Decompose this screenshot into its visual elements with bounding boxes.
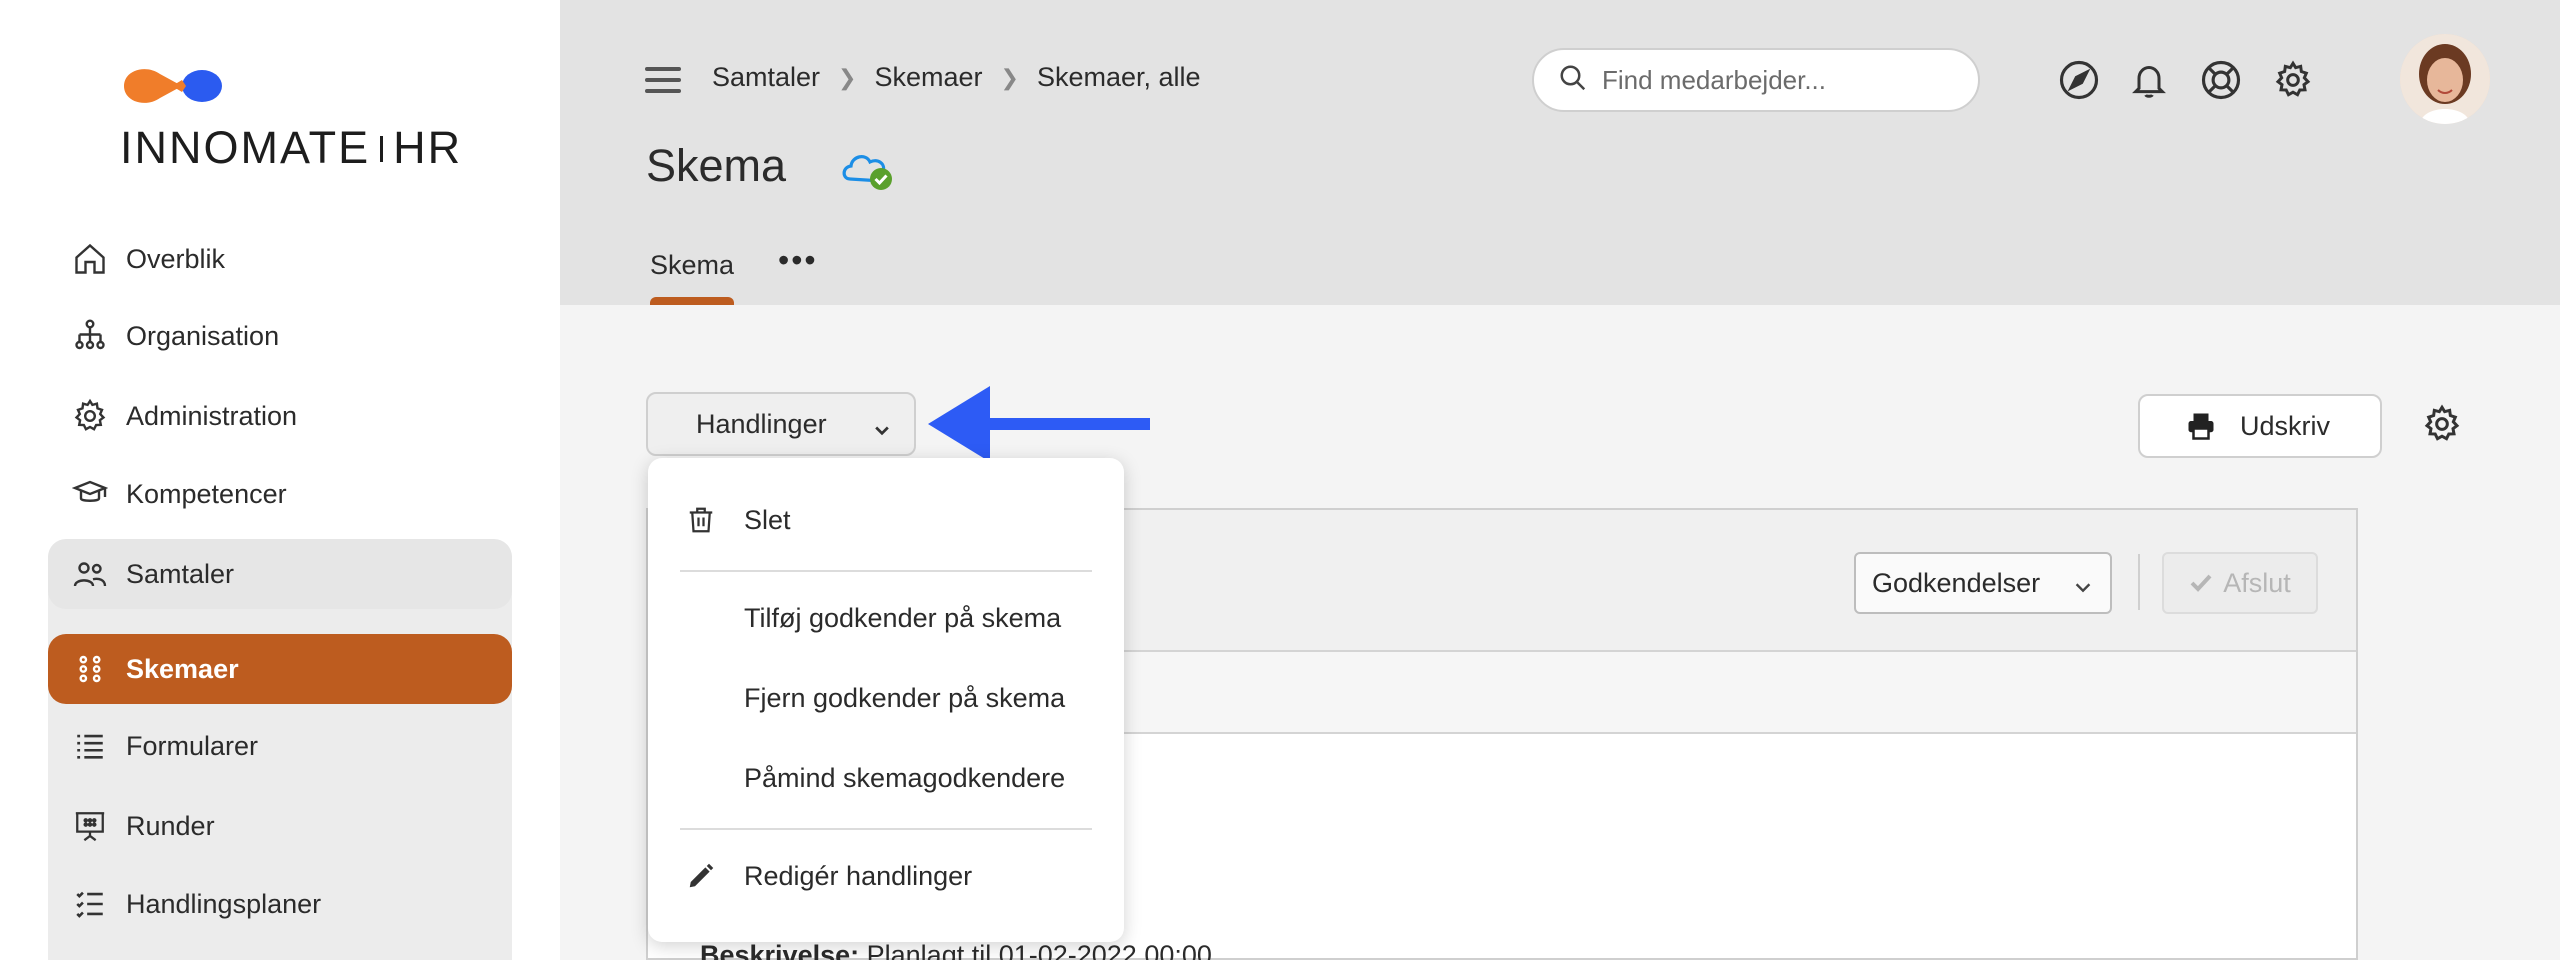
- finish-button[interactable]: Afslut: [2162, 552, 2318, 614]
- divider: [2138, 554, 2140, 610]
- tab-active-indicator: [650, 297, 734, 305]
- chevron-right-icon: ❯: [1000, 64, 1019, 90]
- menu-item-label: Tilføj godkender på skema: [744, 602, 1062, 633]
- people-icon: [70, 554, 110, 594]
- chevron-down-icon: [2072, 574, 2094, 605]
- breadcrumb-item[interactable]: Samtaler: [712, 62, 820, 93]
- gear-icon[interactable]: [2422, 404, 2462, 449]
- breadcrumb-item[interactable]: Skemaer: [874, 62, 982, 93]
- print-button[interactable]: Udskriv: [2138, 394, 2382, 458]
- breadcrumb-item-current: Skemaer, alle: [1036, 62, 1201, 92]
- bell-icon[interactable]: [2126, 57, 2172, 103]
- sidebar-item-organisation[interactable]: Organisation: [48, 301, 512, 371]
- logo[interactable]: INNOMATE HR: [120, 60, 460, 173]
- menu-item-add-approver[interactable]: Tilføj godkender på skema: [648, 588, 1124, 648]
- trash-icon: [686, 505, 716, 535]
- tab-skema[interactable]: Skema: [650, 250, 734, 281]
- graduation-cap-icon: [70, 474, 110, 514]
- description-label: Beskrivelse:: [700, 940, 860, 960]
- home-icon: [70, 239, 110, 279]
- menu-item-remove-approver[interactable]: Fjern godkender på skema: [648, 668, 1124, 728]
- sidebar-item-label: Samtaler: [126, 558, 235, 589]
- menu-divider: [680, 570, 1092, 572]
- checklist-icon: [70, 884, 110, 924]
- sidebar-item-label: Kompetencer: [126, 478, 287, 509]
- sidebar-item-administration[interactable]: Administration: [48, 381, 512, 451]
- sidebar: INNOMATE HR Overblik Organisation Adminis…: [0, 0, 560, 960]
- list-icon: [70, 726, 110, 766]
- search-input[interactable]: [1602, 64, 1942, 96]
- sidebar-item-label: Runder: [126, 810, 215, 841]
- chevron-right-icon: ❯: [838, 64, 857, 90]
- presentation-icon: [70, 806, 110, 846]
- sidebar-item-label: Handlingsplaner: [126, 888, 322, 919]
- actions-dropdown-button[interactable]: Handlinger: [646, 392, 916, 456]
- menu-item-edit-actions[interactable]: Redigér handlinger: [648, 846, 1124, 906]
- page-header: Samtaler ❯ Skemaer ❯ Skemaer, alle Skema: [560, 0, 2560, 305]
- hamburger-menu-icon[interactable]: [645, 67, 681, 95]
- search-box[interactable]: [1532, 48, 1980, 112]
- search-icon: [1558, 63, 1588, 98]
- finish-label: Afslut: [2223, 567, 2291, 598]
- approvals-label: Godkendelser: [1872, 567, 2041, 598]
- menu-item-label: Fjern godkender på skema: [744, 682, 1066, 713]
- menu-divider: [680, 828, 1092, 830]
- approvals-dropdown[interactable]: Godkendelser: [1854, 552, 2112, 614]
- sidebar-item-samtaler[interactable]: Samtaler: [48, 539, 512, 609]
- check-icon: [2189, 571, 2213, 595]
- logo-mark: [120, 60, 230, 110]
- print-label: Udskriv: [2240, 410, 2331, 441]
- chevron-down-icon: [872, 416, 892, 447]
- description-value: Planlagt til 01-02-2022 00:00: [866, 940, 1212, 960]
- sidebar-item-overblik[interactable]: Overblik: [48, 224, 512, 294]
- page-title: Skema: [646, 140, 787, 191]
- breadcrumb: Samtaler ❯ Skemaer ❯ Skemaer, alle: [712, 62, 1201, 93]
- pencil-icon: [686, 861, 716, 891]
- sidebar-item-kompetencer[interactable]: Kompetencer: [48, 459, 512, 529]
- printer-icon: [2186, 411, 2216, 441]
- annotation-arrow-icon: [928, 386, 1152, 467]
- gear-icon: [70, 396, 110, 436]
- actions-menu: Slet Tilføj godkender på skema Fjern god…: [648, 458, 1124, 942]
- org-chart-icon: [70, 316, 110, 356]
- logo-text: INNOMATE HR: [120, 122, 463, 173]
- menu-item-slet[interactable]: Slet: [648, 490, 1124, 550]
- sidebar-item-formularer[interactable]: Formularer: [48, 711, 512, 781]
- sidebar-item-label: Formularer: [126, 730, 259, 761]
- actions-label: Handlinger: [696, 408, 827, 439]
- sidebar-item-runder[interactable]: Runder: [48, 791, 512, 861]
- help-lifebuoy-icon[interactable]: [2198, 57, 2244, 103]
- menu-item-remind-approvers[interactable]: Påmind skemagodkendere: [648, 748, 1124, 808]
- sidebar-item-skemaer[interactable]: Skemaer: [48, 634, 512, 704]
- cloud-synced-icon: [838, 145, 896, 198]
- settings-gear-icon[interactable]: [2270, 57, 2316, 103]
- sidebar-item-handlingsplaner[interactable]: Handlingsplaner: [48, 869, 512, 939]
- menu-item-label: Redigér handlinger: [744, 860, 973, 891]
- avatar[interactable]: [2400, 34, 2490, 124]
- sidebar-item-label: Administration: [126, 400, 298, 431]
- description: Beskrivelse: Planlagt til 01-02-2022 00:…: [700, 940, 1212, 960]
- sidebar-item-label: Overblik: [126, 243, 226, 274]
- sidebar-item-label: Organisation: [126, 320, 280, 351]
- navigate-icon[interactable]: [2056, 57, 2102, 103]
- more-tabs-icon[interactable]: •••: [778, 242, 818, 279]
- dots-grid-icon: [70, 649, 110, 689]
- sidebar-item-label: Skemaer: [126, 653, 239, 684]
- menu-item-label: Slet: [744, 504, 791, 535]
- menu-item-label: Påmind skemagodkendere: [744, 762, 1066, 793]
